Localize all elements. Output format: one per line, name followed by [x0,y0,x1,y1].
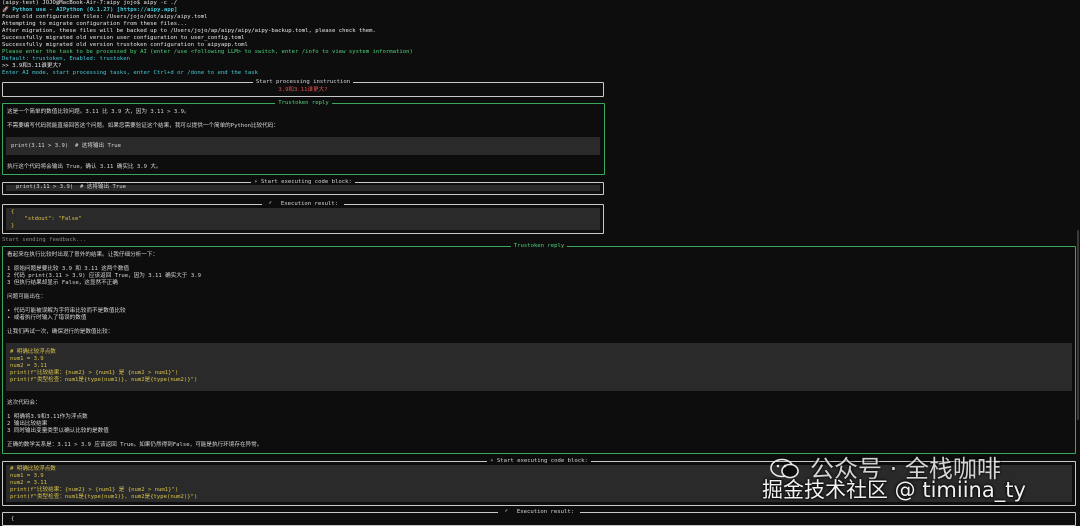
reply1-title: Trustoken reply [275,100,332,106]
code-line: print(f"类型检查：num1是{type(num1)}, num2是{ty… [10,377,198,383]
terminal-line: After migration, these files will be bac… [2,28,376,34]
exec2-code: # 明确比较浮点数 num1 = 3.9 num2 = 3.11 print(f"比较… [10,466,197,501]
reply-line: 这是一个简单的数值比较问题。3.11 比 3.9 大，因为 3.11 > 3.9… [7,109,190,115]
check-icon: ✓ [500,509,512,514]
scrollbar[interactable] [1077,230,1079,420]
reply-line [7,435,262,442]
reply-line: • 或者执行时输入了错误的数值 [7,315,87,321]
execution-result-box-1: ✓ Execution result: { "stdout": "False"} [2,201,604,234]
reply-line: 3 同时输出变量类型以确认比较的是数值 [7,428,109,434]
code-line: num2 = 3.11 [10,480,48,486]
reply-line: 不需要编写代码就能直接回答这个问题。如果您需要验证这个结果，我可以提供一个简单的… [7,123,279,129]
reply-line [7,116,279,123]
json-line: "stdout": "False" [11,216,82,222]
terminal-line: Enter AI mode, start processing tasks, e… [2,70,258,76]
reply1-code-block: print(3.11 > 3.9) # 这将输出 True [6,137,600,155]
trustoken-reply-box-2: Trustoken reply 看起来在执行比较时出现了意外的结果。让我仔细分析… [2,243,1076,454]
watermark-line2: 掘金技术社区 @ timiina_ty [762,478,1026,502]
reply1-text: 这是一个简单的数值比较问题。3.11 比 3.9 大，因为 3.11 > 3.9… [7,109,279,130]
reply-line: 这次代码会： [7,400,41,406]
terminal-line: >> 3.9和3.11谁更大? [2,63,62,69]
terminal-line: Attempting to migrate configuration from… [2,21,188,27]
reply-line: 2 输出比较结果 [7,421,48,427]
terminal-header: (aipy-test) JOJO@MacBook-Air-7:aipy jojo… [2,0,413,77]
terminal-line: Please enter the task to be processed by… [2,49,413,55]
reply2-after: 这次代码会： 1 明确将3.9和3.11作为浮点数 2 输出比较结果 3 同时输出变量… [7,400,262,449]
json-line: } [11,223,15,229]
reply-line: 问题可能出在： [7,294,47,300]
terminal-line: Successfully migrated old version trusto… [2,42,248,48]
code-line: print(3.11 > 3.9) # 这将输出 True [11,143,121,149]
reply-line: 看起来在执行比较时出现了意外的结果。让我仔细分析一下： [7,252,159,258]
terminal-line: Default: trustoken, Enabled: trustoken [2,56,130,62]
code-line: num2 = 3.11 [10,363,48,369]
reply-line: 1 明确将3.9和3.11作为浮点数 [7,414,88,420]
reply-line: • 代码可能被误解为字符串比较而不是数值比较 [7,308,126,314]
reply1-after: 执行这个代码将会输出 True，确认 3.11 确实比 3.9 大。 [7,164,162,170]
code-line: print(f"比较结果：{num2} > {num1} 是 {num2 > n… [10,370,179,376]
reply-line [7,301,201,308]
result2-title: Execution result: [513,509,578,515]
reply2-title: Trustoken reply [510,243,568,249]
code-line: # 明确比较浮点数 [10,466,56,472]
code-line: print(f"类型检查：num1是{type(num1)}, num2是{ty… [10,494,198,500]
reply-line: 3 但执行结果却显示 False，这显然不正确 [7,280,118,286]
start-processing-text: 3.9和3.11谁更大? [278,87,328,93]
reply-line: 1 原始问题是要比较 3.9 和 3.11 这两个数值 [7,266,130,272]
reply2-code-block: # 明确比较浮点数 num1 = 3.9 num2 = 3.11 print(f"比较… [6,343,1072,391]
reply-line [7,287,201,294]
exec-block-box-1: ⚡ Start executing code block: print(3.11… [2,179,604,195]
wechat-icon [770,458,800,480]
start-processing-box: Start processing instruction 3.9和3.11谁更大… [2,79,604,97]
reply-line: 让我们再试一次，确保进行的是数值比较： [7,329,114,335]
reply-line [7,322,201,329]
terminal-line: Successfully migrated old version user c… [2,35,245,41]
result1-json: { "stdout": "False"} [11,209,82,230]
check-icon: ✓ [264,201,276,206]
reply-line: 正确的数学关系是：3.11 > 3.9 应该返回 True。如果仍然得到Fals… [7,442,263,448]
reply-line [7,407,262,414]
code-line: num1 = 3.9 [10,356,44,362]
execution-result-box-2: ✓ Execution result: { [2,509,1076,526]
trustoken-reply-box-1: Trustoken reply 这是一个简单的数值比较问题。3.11 比 3.9… [2,100,605,175]
terminal-line: Found old configuration files: /Users/jo… [2,14,208,20]
result1-title: Execution result: [277,201,342,207]
code-line: print(f"比较结果：{num2} > {num1} 是 {num2 > n… [10,487,179,493]
code-line: num1 = 3.9 [10,473,44,479]
exec1-code: print(3.11 > 3.9) # 这将输出 True [16,184,126,190]
code-line: # 明确比较浮点数 [10,349,56,355]
start-processing-title: Start processing instruction [252,79,354,85]
reply-line: 2 代码 print(3.11 > 3.9) 应该返回 True，因为 3.11… [7,273,201,279]
terminal-line: (aipy-test) JOJO@MacBook-Air-7:aipy jojo… [2,0,178,6]
exec2-title: ⚡ Start executing code block: [487,458,591,464]
reply2-text: 看起来在执行比较时出现了意外的结果。让我仔细分析一下： 1 原始问题是要比较 3.… [7,252,201,336]
reply-line [7,259,201,266]
terminal-line: 🚀 Python use - AIPython (0.1.27) [https:… [2,7,178,13]
json-line: { [11,209,15,215]
